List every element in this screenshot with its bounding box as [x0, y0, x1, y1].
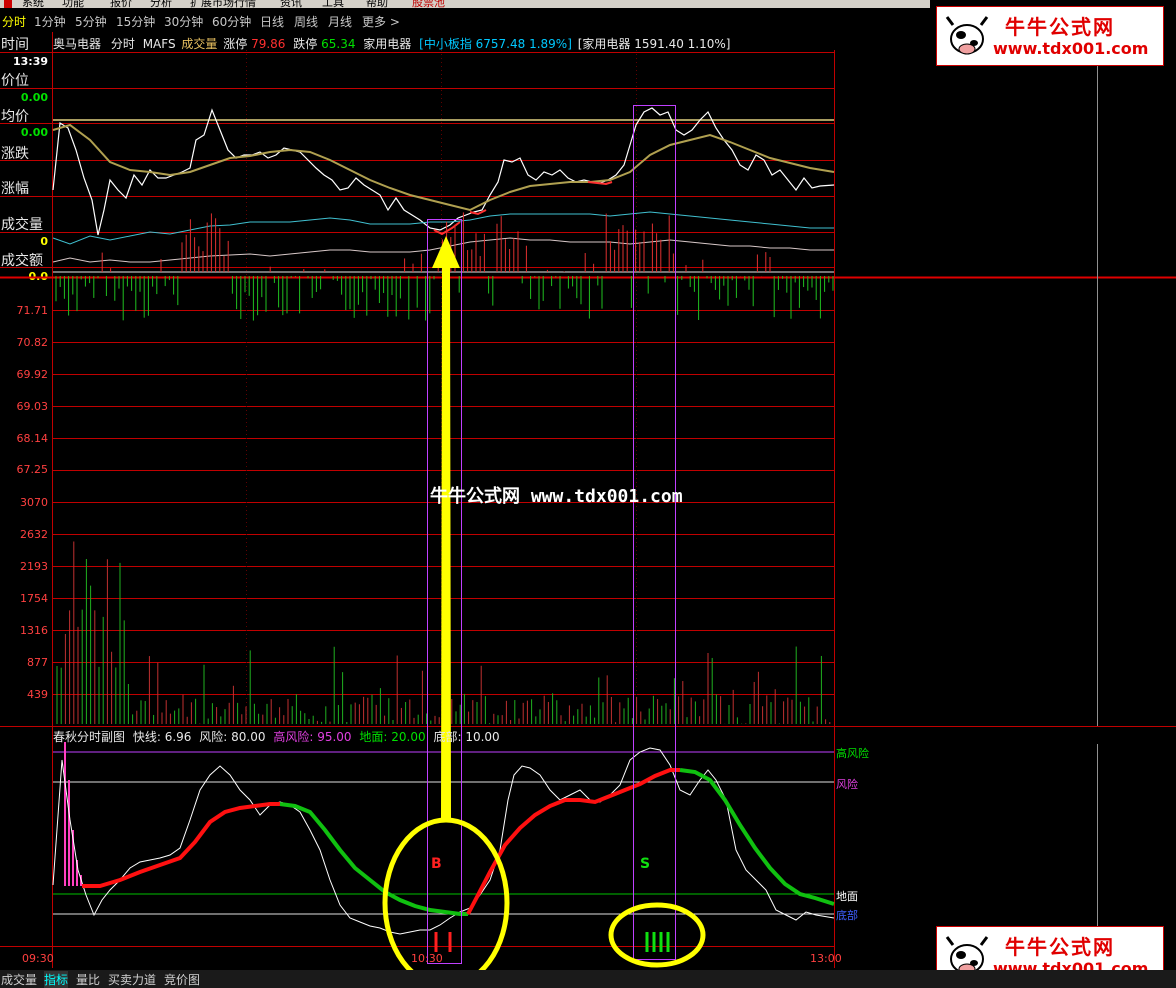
average-price-line — [52, 123, 835, 212]
fast-label: 快线: — [132, 730, 161, 744]
fast-value: 6.96 — [164, 730, 192, 744]
time-axis-label: 10:30 — [411, 952, 443, 965]
indicator-slow-red — [466, 768, 680, 915]
tab-volume-ratio[interactable]: 量比 — [76, 971, 100, 988]
watermark-logo-top: 牛牛公式网 www.tdx001.com — [936, 6, 1164, 66]
indicator-name: 春秋分时副图 — [53, 730, 126, 744]
buy-signal-bars — [434, 932, 452, 952]
tab-volume[interactable]: 成交量 — [1, 971, 37, 988]
high-risk-label: 高风险: — [273, 730, 314, 744]
tab-indicator[interactable]: 指标 — [44, 971, 69, 988]
sell-marker: S — [640, 856, 651, 872]
bottom-value: 10.00 — [465, 730, 500, 744]
risk-value: 80.00 — [231, 730, 266, 744]
center-watermark: 牛牛公式网 www.tdx001.com — [430, 486, 683, 507]
indicator-slow-green — [679, 768, 835, 906]
bottom-tab-bar: 成交量 指标 量比 买卖力道 竞价图 — [0, 970, 1176, 988]
ground-label: 地面: — [359, 730, 388, 744]
time-axis-label: 13:00 — [810, 952, 842, 965]
high-risk-value: 95.00 — [317, 730, 352, 744]
time-axis-label: 09:30 — [22, 952, 54, 965]
indicator-info-line: 春秋分时副图 快线: 6.96 风险: 80.00 高风险: 95.00 地面:… — [53, 728, 500, 745]
risk-label: 风险: — [199, 730, 228, 744]
price-red-segment — [587, 181, 613, 186]
watermark-title: 牛牛公式网 — [1005, 935, 1115, 959]
cow-icon — [945, 16, 989, 55]
risk-right-label: 风险 — [836, 778, 858, 791]
price-line — [52, 107, 835, 236]
tab-auction[interactable]: 竞价图 — [164, 971, 200, 988]
bottom-right-label: 底部 — [836, 909, 858, 922]
watermark-url: www.tdx001.com — [993, 39, 1149, 58]
tab-buy-sell-force[interactable]: 买卖力道 — [108, 971, 156, 988]
bottom-label: 底部: — [433, 730, 462, 744]
ground-right-label: 地面 — [836, 890, 858, 903]
watermark-title: 牛牛公式网 — [1005, 15, 1115, 39]
ground-value: 20.00 — [391, 730, 426, 744]
sell-signal-bars — [645, 932, 670, 952]
high-risk-right-label: 高风险 — [836, 747, 869, 760]
signal-bars — [64, 742, 82, 886]
buy-marker: B — [431, 856, 442, 872]
